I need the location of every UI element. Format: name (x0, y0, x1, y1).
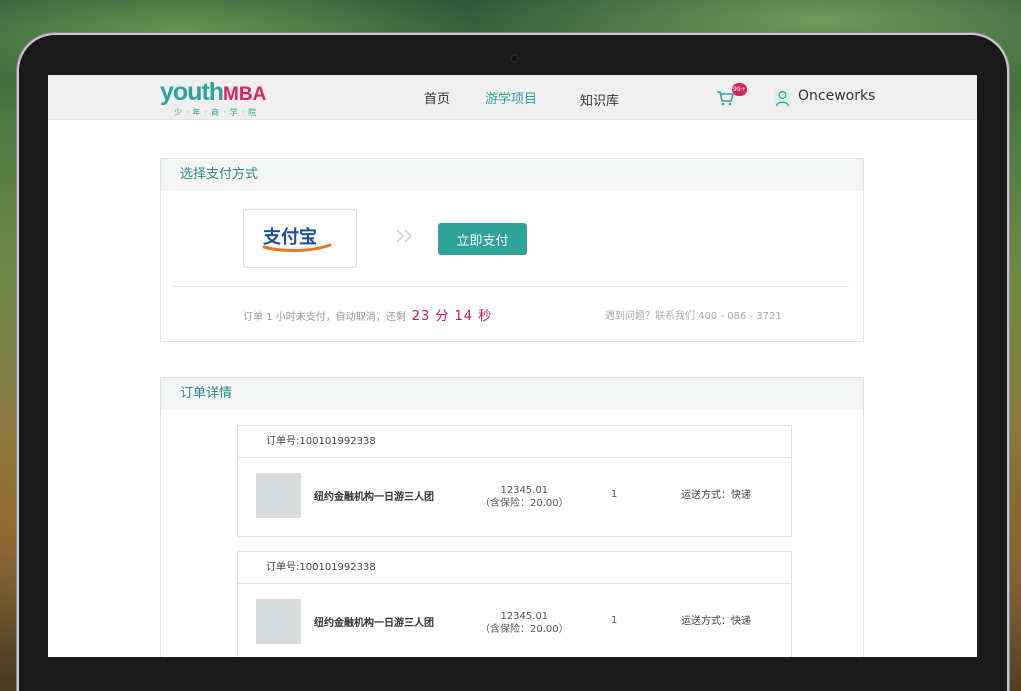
nav-home[interactable]: 首页 (424, 88, 450, 107)
nav-study-tours[interactable]: 游学项目 (485, 88, 537, 107)
product-price: 12345.01 （含保险：20.00） (480, 610, 569, 636)
shipping-method: 运送方式：快递 (681, 616, 751, 627)
order-card: 订单号:100101992338 纽约金融机构一日游三人团 12345.01 （… (237, 551, 792, 657)
order-item-row: 纽约金融机构一日游三人团 12345.01 （含保险：20.00） 1 运送方式… (238, 458, 791, 536)
countdown-label: 订单 1 小时未支付，自动取消，还剩 (243, 312, 406, 323)
pay-now-button[interactable]: 立即支付 (438, 223, 527, 255)
nav-knowledge-base[interactable]: 知识库 (580, 90, 619, 109)
logo-subtitle: 少·年·商·学·院 (174, 108, 261, 117)
payment-countdown: 订单 1 小时未支付，自动取消，还剩 23 分 14 秒 (243, 305, 492, 324)
product-thumbnail[interactable] (256, 599, 301, 644)
product-name[interactable]: 纽约金融机构一日游三人团 (314, 614, 434, 629)
price-insurance: （含保险：20.00） (480, 624, 569, 635)
product-thumbnail[interactable] (256, 473, 301, 518)
browser-screen: youthMBA 少·年·商·学·院 首页 游学项目 知识库 99+ Oncew… (48, 75, 977, 657)
price-value: 12345.01 (500, 485, 549, 496)
logo-youth-text: youth (160, 78, 224, 106)
divider (173, 286, 849, 287)
alipay-logo-text: 支付宝 (262, 226, 317, 248)
price-value: 12345.01 (500, 611, 549, 622)
price-insurance: （含保险：20.00） (480, 498, 569, 509)
logo-mba-text: MBA (223, 84, 267, 105)
cart-icon[interactable] (716, 90, 734, 106)
order-card: 订单号:100101992338 纽约金融机构一日游三人团 12345.01 （… (237, 425, 792, 537)
product-name[interactable]: 纽约金融机构一日游三人团 (314, 488, 434, 503)
double-chevron-right-icon (396, 229, 413, 243)
alipay-logo: 支付宝 (262, 226, 332, 253)
order-number: 订单号:100101992338 (238, 426, 791, 458)
product-quantity: 1 (611, 489, 618, 500)
order-details-title: 订单详情 (161, 378, 863, 410)
logo-wordmark: youthMBA (160, 79, 266, 108)
alipay-option[interactable]: 支付宝 (243, 209, 357, 268)
username-link[interactable]: Onceworks (798, 88, 875, 104)
payment-method-panel: 选择支付方式 支付宝 立即支付 订单 1 小时未支付，自动取消，还剩 23 分 1… (160, 158, 864, 342)
laptop-frame: youthMBA 少·年·商·学·院 首页 游学项目 知识库 99+ Oncew… (17, 33, 1009, 691)
contact-info: 遇到问题？联系我们 400 - 086 - 3721 (605, 311, 782, 322)
camera-icon (510, 54, 519, 63)
product-quantity: 1 (611, 615, 618, 626)
logo[interactable]: youthMBA 少·年·商·学·院 (160, 79, 266, 118)
site-header: youthMBA 少·年·商·学·院 首页 游学项目 知识库 99+ Oncew… (48, 75, 977, 120)
countdown-time: 23 分 14 秒 (411, 309, 493, 324)
user-icon[interactable] (774, 89, 791, 107)
shipping-method: 运送方式：快递 (681, 490, 751, 501)
order-details-panel: 订单详情 订单号:100101992338 纽约金融机构一日游三人团 12345… (160, 377, 864, 657)
payment-panel-title: 选择支付方式 (161, 159, 863, 191)
order-number: 订单号:100101992338 (238, 552, 791, 584)
product-price: 12345.01 （含保险：20.00） (480, 484, 569, 510)
cart-count-badge: 99+ (732, 83, 747, 96)
order-item-row: 纽约金融机构一日游三人团 12345.01 （含保险：20.00） 1 运送方式… (238, 584, 791, 657)
